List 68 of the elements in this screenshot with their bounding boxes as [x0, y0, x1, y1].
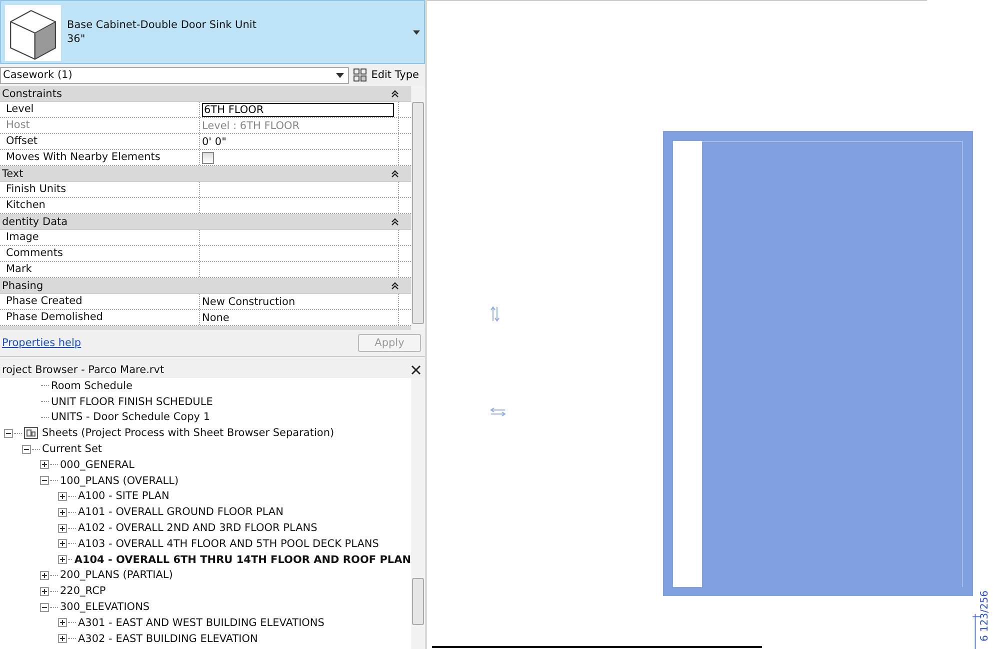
tree-item[interactable]: UNITS - Door Schedule Copy 1	[51, 411, 210, 424]
expander-icon[interactable]	[58, 492, 67, 501]
tree-item[interactable]: A101 - OVERALL GROUND FLOOR PLAN	[78, 506, 284, 518]
expander-icon[interactable]	[58, 634, 67, 644]
property-name: Phase Demolished	[0, 310, 200, 325]
close-icon[interactable]	[411, 365, 421, 375]
expander-icon[interactable]	[58, 555, 67, 564]
edit-type-button[interactable]: Edit Type	[353, 68, 425, 82]
property-value: 0' 0"	[202, 136, 226, 148]
tree-item[interactable]: 000_GENERAL	[60, 458, 134, 471]
property-group-header[interactable]: dentity Data	[0, 214, 411, 230]
tree-item[interactable]: 200_PLANS (PARTIAL)	[60, 569, 173, 582]
dropdown-arrow-icon	[413, 30, 420, 34]
expander-icon[interactable]	[40, 602, 49, 612]
tree-item[interactable]: Current Set	[42, 443, 102, 456]
property-name: Phase Created	[0, 294, 200, 309]
type-name: Base Cabinet-Double Door Sink Unit	[67, 19, 258, 31]
tree-item[interactable]: A301 - EAST AND WEST BUILDING ELEVATIONS	[78, 616, 324, 629]
expander-icon[interactable]	[40, 476, 49, 486]
property-group-header[interactable]: Constraints	[0, 86, 411, 102]
tree-item[interactable]: A102 - OVERALL 2ND AND 3RD FLOOR PLANS	[78, 522, 318, 534]
property-group-header[interactable]: Phasing	[0, 278, 411, 294]
expander-icon[interactable]	[40, 586, 49, 596]
property-name: Moves With Nearby Elements	[0, 150, 200, 165]
selected-cabinet-drawing[interactable]	[663, 131, 973, 596]
dimension-text: 6 123/256	[980, 590, 992, 642]
tree-item[interactable]: 100_PLANS (OVERALL)	[60, 474, 179, 487]
tree-item[interactable]: A103 - OVERALL 4TH FLOOR AND 5TH POOL DECK PLANS	[78, 538, 379, 550]
property-value: New Construction	[202, 296, 296, 308]
tree-item[interactable]: Sheets (Project Process with Sheet Browser Separation)	[42, 427, 334, 440]
property-name: Level	[0, 102, 200, 117]
property-name: Comments	[0, 246, 200, 261]
grid-icon	[353, 68, 368, 82]
cabinet-icon	[5, 5, 61, 61]
property-name: Offset	[0, 134, 200, 149]
expander-icon[interactable]	[58, 539, 67, 548]
tree-item[interactable]: UNIT FLOOR FINISH SCHEDULE	[51, 396, 213, 408]
property-group-header[interactable]: Text	[0, 166, 411, 182]
property-name: Kitchen	[0, 198, 200, 213]
dimension-line	[972, 614, 982, 649]
tree-item[interactable]: A104 - OVERALL 6TH THRU 14TH FLOOR AND ROOF PLAN	[74, 554, 411, 566]
category-dropdown[interactable]: Casework (1)	[0, 66, 350, 84]
checkbox[interactable]	[202, 152, 214, 164]
dropdown-arrow-icon	[336, 72, 344, 78]
tree-item[interactable]: Room Schedule	[51, 380, 132, 392]
tree-item[interactable]: 220_RCP	[60, 585, 106, 598]
expander-icon[interactable]	[58, 508, 67, 517]
property-name: Mark	[0, 262, 200, 277]
project-browser-title: roject Browser - Parco Mare.rvt	[2, 364, 164, 376]
tree-item[interactable]: A302 - EAST BUILDING ELEVATION	[78, 632, 258, 645]
type-size: 36"	[67, 33, 86, 45]
expander-icon[interactable]	[22, 444, 31, 454]
properties-help-link[interactable]: Properties help	[2, 337, 82, 349]
tree-item[interactable]: A100 - SITE PLAN	[78, 490, 170, 502]
tree-item[interactable]: 300_ELEVATIONS	[60, 601, 150, 614]
property-value: None	[202, 312, 230, 324]
type-selector[interactable]: Base Cabinet-Double Door Sink Unit 36"	[0, 0, 425, 64]
sheet-icon	[24, 427, 38, 440]
property-name: Host	[0, 118, 200, 133]
expander-icon[interactable]	[40, 570, 49, 580]
property-value: Level : 6TH FLOOR	[202, 120, 300, 132]
property-name: Finish Units	[0, 182, 200, 197]
expander-icon[interactable]	[4, 428, 13, 438]
property-value-field[interactable]: 6TH FLOOR	[202, 102, 394, 116]
expander-icon[interactable]	[58, 618, 67, 628]
expander-icon[interactable]	[40, 460, 49, 470]
property-name: Image	[0, 230, 200, 245]
expander-icon[interactable]	[58, 524, 67, 533]
